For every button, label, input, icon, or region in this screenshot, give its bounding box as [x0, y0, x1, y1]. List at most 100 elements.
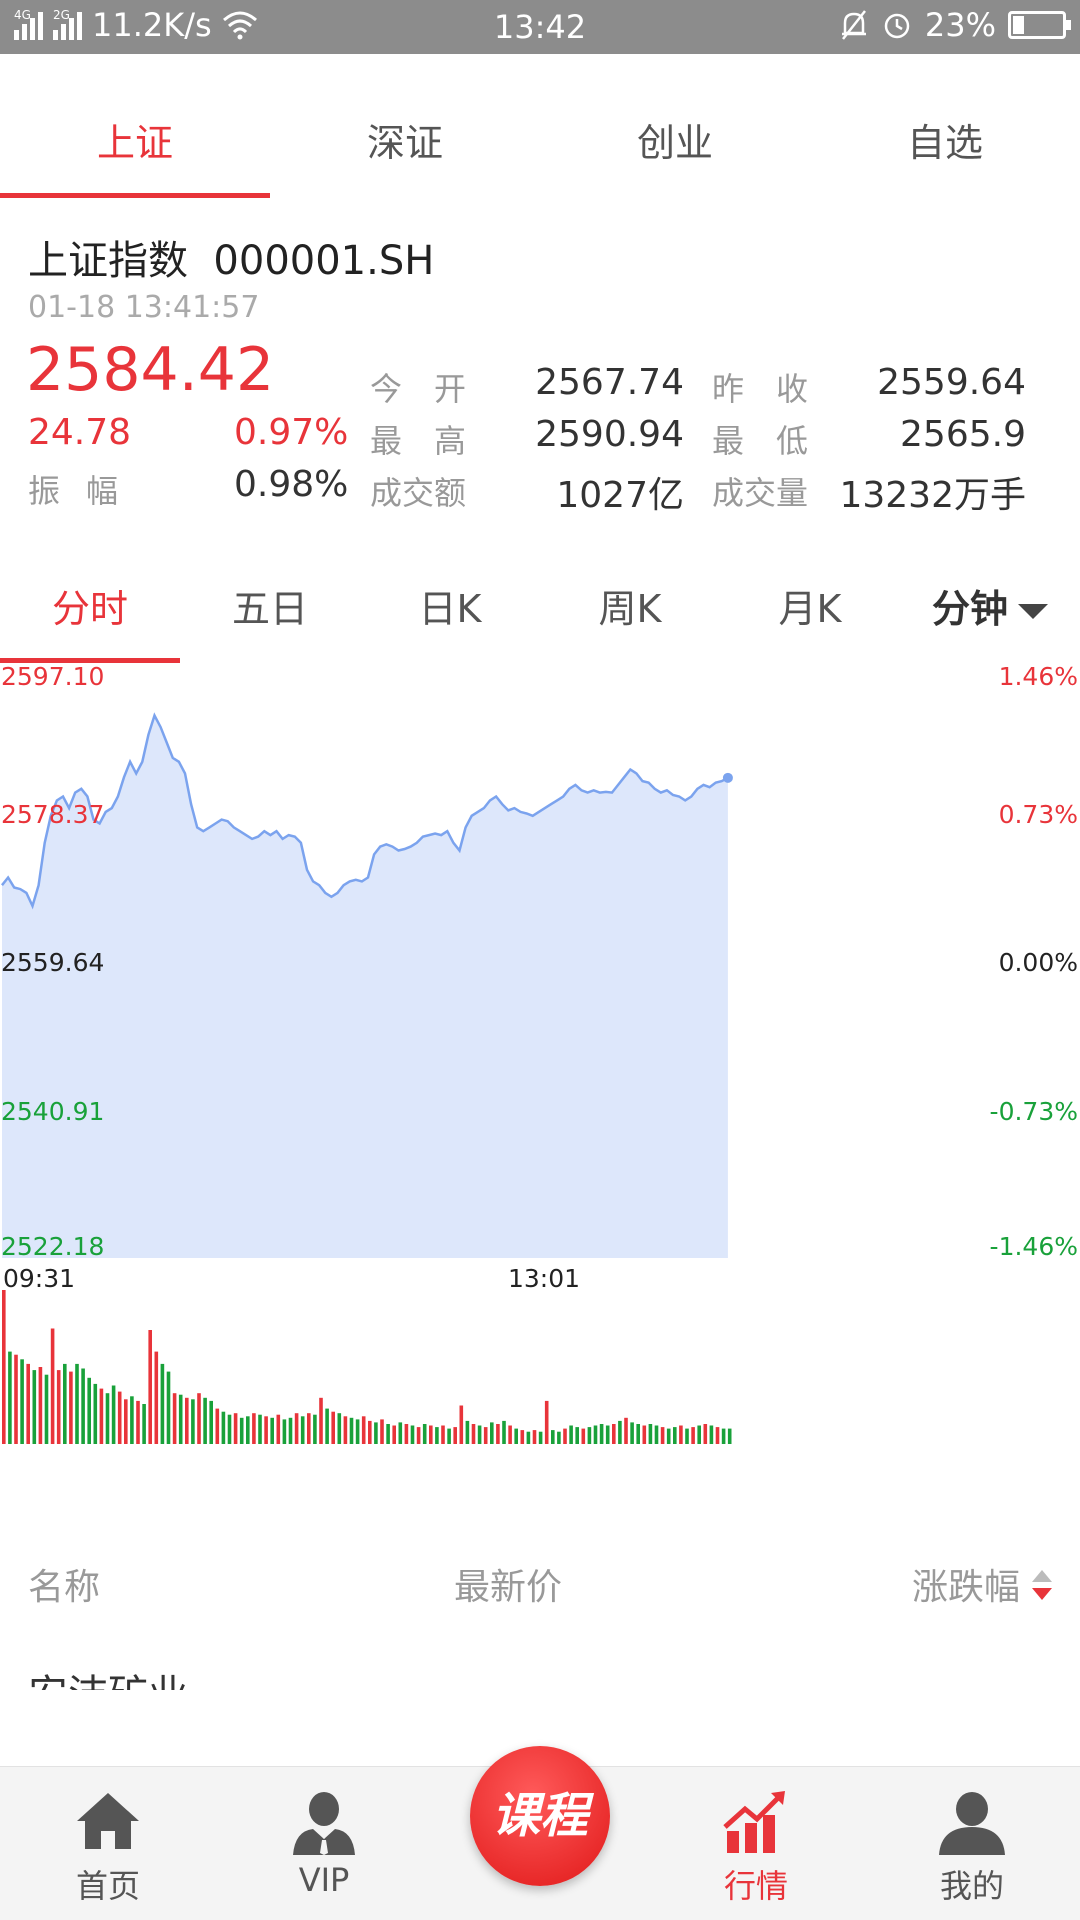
- tab-shanghai[interactable]: 上证: [0, 54, 270, 198]
- volume-bar: [8, 1351, 12, 1444]
- volume-bar: [221, 1411, 226, 1444]
- volume-bar: [636, 1424, 640, 1444]
- volume-bar: [386, 1424, 390, 1444]
- tab-shenzhen[interactable]: 深证: [270, 54, 540, 198]
- volume-bar: [93, 1383, 98, 1444]
- volume-bar: [264, 1416, 268, 1444]
- volume-bar: [691, 1427, 695, 1444]
- tab-minute-dropdown[interactable]: 分钟: [900, 578, 1080, 633]
- tab-intraday[interactable]: 分时: [0, 578, 180, 633]
- volume-bar: [124, 1399, 128, 1444]
- volume-bar: [56, 1370, 61, 1444]
- y-label-left: 2559.64: [1, 948, 105, 977]
- stat-high: 最 高 2590.94: [370, 414, 684, 460]
- volume-bar: [526, 1431, 531, 1444]
- volume-bar: [459, 1405, 464, 1444]
- volume-bar: [130, 1396, 134, 1444]
- volume-bar: [178, 1394, 183, 1444]
- volume-bar: [288, 1417, 293, 1444]
- volume-bar: [605, 1425, 610, 1444]
- volume-bar: [410, 1425, 415, 1444]
- stat-label: 最 低: [712, 422, 809, 460]
- volume-bar: [532, 1430, 537, 1444]
- amplitude-value: 0.98%: [234, 464, 349, 505]
- stat-label: 成交量: [712, 474, 809, 512]
- nav-vip[interactable]: VIP: [234, 1787, 414, 1899]
- column-change-pct[interactable]: 涨跌幅: [912, 1558, 1020, 1610]
- volume-bar: [441, 1425, 445, 1444]
- volume-bar: [307, 1413, 311, 1444]
- volume-bar: [191, 1399, 195, 1444]
- volume-bar: [453, 1427, 457, 1444]
- intraday-chart[interactable]: 2597.10 2578.37 2559.64 2540.91 2522.18 …: [0, 660, 1080, 1460]
- y-label-left: 2522.18: [1, 1232, 105, 1261]
- market-tabs: 上证 深证 创业 自选: [0, 54, 1080, 198]
- tab-monthly-k[interactable]: 月K: [720, 578, 900, 633]
- volume-bar: [44, 1374, 49, 1444]
- tab-weekly-k[interactable]: 周K: [540, 578, 720, 633]
- y-label-left: 2597.10: [1, 662, 105, 691]
- price-change-pct: 0.97%: [234, 412, 349, 453]
- volume-bar: [435, 1427, 439, 1444]
- volume-bar: [337, 1413, 342, 1444]
- bell-off-icon: [841, 10, 866, 40]
- nav-label: 首页: [75, 1867, 140, 1905]
- tab-chinext[interactable]: 创业: [540, 54, 810, 198]
- stat-value: 2567.74: [535, 362, 684, 403]
- nav-label: VIP: [298, 1861, 350, 1899]
- volume-bar: [246, 1416, 250, 1444]
- volume-bar: [599, 1424, 604, 1444]
- volume-bar: [654, 1425, 659, 1444]
- volume-bar: [105, 1393, 110, 1444]
- volume-bar: [447, 1428, 451, 1444]
- dropdown-arrow-icon: [1018, 604, 1048, 619]
- tab-five-day[interactable]: 五日: [180, 578, 360, 633]
- y-label-left: 2578.37: [1, 800, 105, 829]
- volume-bar: [258, 1414, 262, 1444]
- volume-bar: [404, 1424, 409, 1444]
- volume-bar: [715, 1427, 720, 1444]
- volume-bar: [331, 1411, 335, 1444]
- volume-bar: [673, 1427, 677, 1444]
- volume-bar: [422, 1424, 427, 1444]
- nav-label: 行情: [723, 1867, 788, 1905]
- volume-bar: [496, 1424, 500, 1444]
- column-latest-price[interactable]: 最新价: [454, 1558, 562, 1610]
- profile-icon: [939, 1792, 1005, 1855]
- nav-market[interactable]: 行情: [666, 1787, 846, 1907]
- volume-bar: [2, 1290, 6, 1444]
- alarm-icon: [884, 13, 910, 39]
- volume-bar: [148, 1330, 152, 1444]
- volume-bar: [111, 1385, 116, 1444]
- stat-label: 今 开: [370, 370, 467, 408]
- status-bar: 4G 2G 11.2K/s 13:42 23%: [0, 0, 1080, 54]
- volume-bar: [209, 1400, 213, 1444]
- course-button[interactable]: 课程: [470, 1746, 610, 1886]
- volume-bar: [227, 1414, 232, 1444]
- volume-bar: [648, 1424, 653, 1444]
- volume-bar: [514, 1428, 518, 1444]
- volume-bar: [709, 1425, 714, 1444]
- tab-daily-k[interactable]: 日K: [360, 578, 540, 633]
- volume-bar: [581, 1428, 586, 1444]
- stat-label: 成交额: [370, 474, 467, 512]
- nav-home[interactable]: 首页: [18, 1787, 198, 1907]
- sort-icon[interactable]: [1030, 1568, 1054, 1602]
- volume-bar: [392, 1425, 396, 1444]
- volume-bar: [325, 1408, 329, 1444]
- column-name[interactable]: 名称: [28, 1558, 100, 1610]
- stat-open: 今 开 2567.74: [370, 362, 684, 408]
- index-time: 01-18 13:41:57: [28, 290, 260, 325]
- nav-profile[interactable]: 我的: [882, 1787, 1062, 1907]
- volume-bar: [185, 1397, 189, 1444]
- tab-watchlist[interactable]: 自选: [810, 54, 1080, 198]
- volume-bar: [14, 1354, 18, 1444]
- volume-bar: [343, 1416, 348, 1444]
- list-item[interactable]: 安洁矿业: [28, 1660, 188, 1690]
- y-label-right: 1.46%: [998, 662, 1078, 691]
- nav-label: 我的: [939, 1867, 1004, 1905]
- volume-bar: [349, 1417, 354, 1444]
- stat-value: 2565.9: [900, 414, 1026, 455]
- volume-bar: [666, 1428, 671, 1444]
- volume-bar: [361, 1416, 366, 1444]
